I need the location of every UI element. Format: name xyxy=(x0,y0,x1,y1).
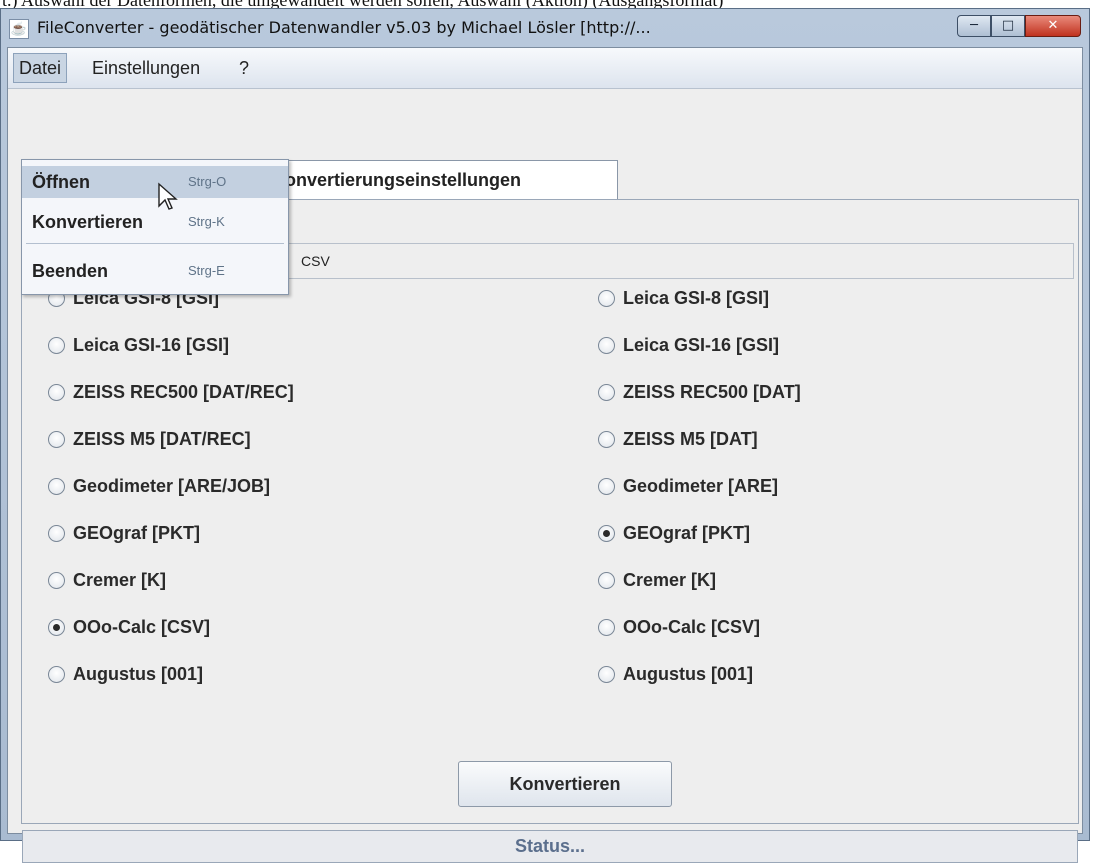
radio-label: Augustus [001] xyxy=(73,663,204,684)
target-radio-zeiss-rec500[interactable]: ZEISS REC500 [DAT] xyxy=(598,377,801,407)
target-radio-augustus[interactable]: Augustus [001] xyxy=(598,659,753,689)
target-radio-ooo-calc[interactable]: OOo-Calc [CSV] xyxy=(598,612,760,642)
radio-label: ZEISS M5 [DAT/REC] xyxy=(73,428,251,449)
radio-dot xyxy=(48,383,65,401)
menu-help[interactable]: ? xyxy=(234,53,254,83)
caption-buttons: ─ □ ✕ xyxy=(957,15,1081,39)
target-radio-geodimeter[interactable]: Geodimeter [ARE] xyxy=(598,471,778,501)
radio-dot-selected xyxy=(48,618,65,636)
radio-label: GEOgraf [PKT] xyxy=(623,522,751,543)
target-radio-cremer[interactable]: Cremer [K] xyxy=(598,565,716,595)
radio-dot xyxy=(598,383,615,401)
radio-dot xyxy=(598,430,615,448)
radio-label: ZEISS REC500 [DAT] xyxy=(623,381,801,402)
close-icon: ✕ xyxy=(1047,18,1059,33)
radio-label: OOo-Calc [CSV] xyxy=(623,616,761,637)
radio-label: GEOgraf [PKT] xyxy=(73,522,201,543)
radio-dot xyxy=(598,665,615,683)
source-radio-cremer[interactable]: Cremer [K] xyxy=(48,565,166,595)
radio-dot xyxy=(48,524,65,542)
menu-item-shortcut: Strg-E xyxy=(188,263,225,278)
radio-dot xyxy=(598,618,615,636)
source-radio-geograf[interactable]: GEOgraf [PKT] xyxy=(48,518,200,548)
menu-item-shortcut: Strg-O xyxy=(188,174,227,189)
menu-einstellungen[interactable]: Einstellungen xyxy=(87,53,205,83)
source-radio-geodimeter[interactable]: Geodimeter [ARE/JOB] xyxy=(48,471,270,501)
radio-dot xyxy=(48,571,65,589)
source-radio-zeiss-rec500[interactable]: ZEISS REC500 [DAT/REC] xyxy=(48,377,294,407)
radio-label: Leica GSI-16 [GSI] xyxy=(73,334,230,355)
target-radio-leica-gsi8[interactable]: Leica GSI-8 [GSI] xyxy=(598,283,769,313)
radio-dot xyxy=(48,665,65,683)
target-radio-geograf[interactable]: GEOgraf [PKT] xyxy=(598,518,750,548)
source-radio-zeiss-m5[interactable]: ZEISS M5 [DAT/REC] xyxy=(48,424,251,454)
tab-konvertierungseinstellungen[interactable]: onvertierungseinstellungen xyxy=(278,160,618,200)
convert-button[interactable]: Konvertieren xyxy=(458,761,672,807)
radio-label: Leica GSI-8 [GSI] xyxy=(623,287,770,308)
radio-dot xyxy=(48,336,65,354)
radio-dot xyxy=(598,289,615,307)
menu-bar: Datei Einstellungen ? xyxy=(8,48,1082,89)
radio-dot xyxy=(48,477,65,495)
maximize-button[interactable]: □ xyxy=(991,15,1025,37)
target-radio-zeiss-m5[interactable]: ZEISS M5 [DAT] xyxy=(598,424,758,454)
radio-label: ZEISS REC500 [DAT/REC] xyxy=(73,381,294,402)
close-button[interactable]: ✕ xyxy=(1025,15,1081,37)
menu-item-shortcut: Strg-K xyxy=(188,214,225,229)
menu-einstellungen-label: Einstellungen xyxy=(92,58,201,78)
menu-item-beenden[interactable]: Beenden Strg-E xyxy=(22,255,288,287)
menu-item-konvertieren[interactable]: Konvertieren Strg-K xyxy=(22,206,288,238)
target-radio-leica-gsi16[interactable]: Leica GSI-16 [GSI] xyxy=(598,330,779,360)
radio-dot xyxy=(598,477,615,495)
menu-datei[interactable]: Datei xyxy=(13,53,68,83)
source-radio-leica-gsi16[interactable]: Leica GSI-16 [GSI] xyxy=(48,330,229,360)
window-title: FileConverter - geodätischer Datenwandle… xyxy=(37,18,651,37)
source-radio-augustus[interactable]: Augustus [001] xyxy=(48,659,203,689)
java-cup-icon[interactable]: ☕ xyxy=(9,19,29,39)
radio-label: Cremer [K] xyxy=(623,569,717,590)
radio-dot xyxy=(598,336,615,354)
menu-item-label: Öffnen xyxy=(32,172,90,192)
minimize-icon: ─ xyxy=(970,18,978,33)
menu-item-label: Beenden xyxy=(32,261,109,281)
mouse-pointer-icon xyxy=(158,182,178,210)
radio-dot xyxy=(48,430,65,448)
status-bar: Status... xyxy=(22,830,1078,863)
radio-label: Geodimeter [ARE] xyxy=(623,475,779,496)
title-bar[interactable]: ☕ FileConverter - geodätischer Datenwand… xyxy=(1,9,1089,47)
radio-label: Leica GSI-16 [GSI] xyxy=(623,334,780,355)
radio-label: Cremer [K] xyxy=(73,569,167,590)
radio-label: ZEISS M5 [DAT] xyxy=(623,428,758,449)
radio-dot xyxy=(598,571,615,589)
radio-label: Geodimeter [ARE/JOB] xyxy=(73,475,271,496)
datei-dropdown-menu: Öffnen Strg-O Konvertieren Strg-K Beende… xyxy=(21,159,289,295)
minimize-button[interactable]: ─ xyxy=(957,15,991,37)
radio-label: Augustus [001] xyxy=(623,663,754,684)
menu-item-label: Konvertieren xyxy=(32,212,144,232)
client-area: Datei Einstellungen ? onvertierungseinst… xyxy=(7,47,1083,863)
menu-item-oeffnen[interactable]: Öffnen Strg-O xyxy=(22,166,288,198)
tab-label: onvertierungseinstellungen xyxy=(285,170,522,190)
radio-dot-selected xyxy=(598,524,615,542)
menu-datei-label: Datei xyxy=(19,58,62,78)
menu-help-label: ? xyxy=(239,58,250,78)
source-radio-ooo-calc[interactable]: OOo-Calc [CSV] xyxy=(48,612,210,642)
maximize-icon: □ xyxy=(1001,18,1015,33)
radio-label: OOo-Calc [CSV] xyxy=(73,616,211,637)
menu-separator xyxy=(26,243,284,244)
app-window: ☕ FileConverter - geodätischer Datenwand… xyxy=(0,8,1090,863)
